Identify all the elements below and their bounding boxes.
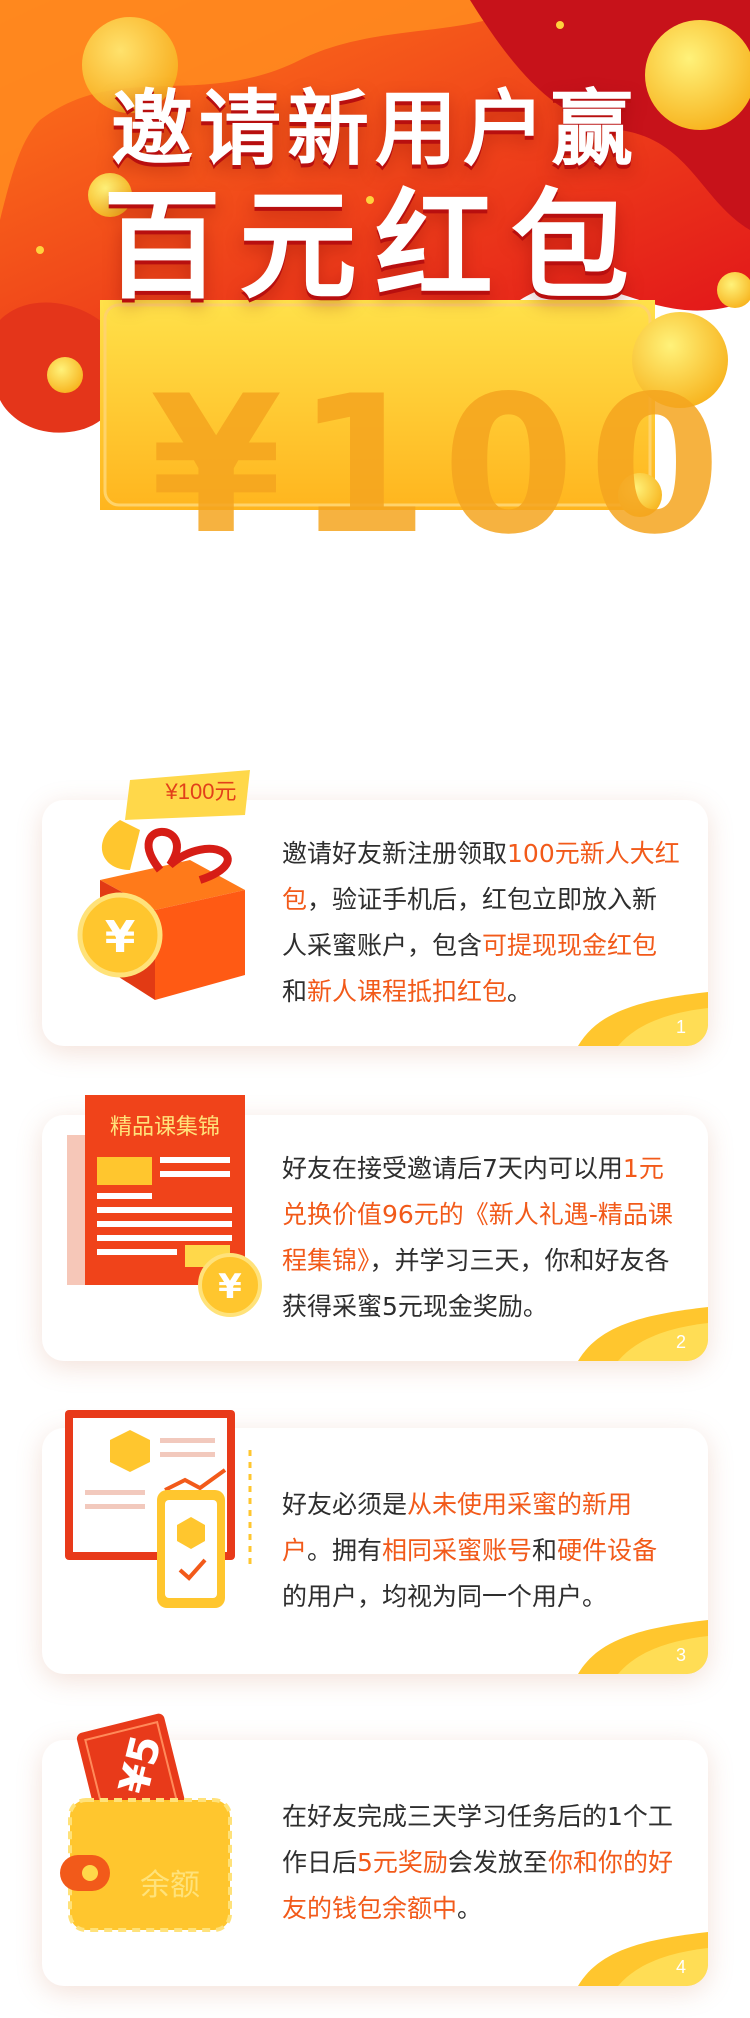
step-1-highlight: 可提现现金红包: [482, 931, 658, 960]
ticket-amount: ¥100: [150, 355, 735, 560]
step-number-corner: [578, 1307, 708, 1361]
step-number-corner: [578, 1620, 708, 1674]
step-3-segment: 和: [532, 1536, 558, 1565]
step-3-segment: 的用户，均视为同一个用户。: [282, 1582, 608, 1611]
devices-illustration: [65, 1410, 265, 1620]
wallet-illustration: ¥5 余额: [60, 1695, 260, 1945]
step-1-highlight: 新人课程抵扣红包: [307, 977, 508, 1006]
step-3-segment: 。拥有: [307, 1536, 383, 1565]
step-3-highlight: 相同采蜜账号: [382, 1536, 533, 1565]
step-2-segment: 好友在接受邀请后7天内可以用: [282, 1154, 623, 1183]
gift-box-illustration: ¥ ¥100元: [60, 760, 270, 1010]
step-4-highlight: 5元奖励: [357, 1848, 448, 1877]
hero-banner: 邀请新用户赢 百元红包 ¥100: [0, 0, 750, 560]
step-number-corner: [578, 992, 708, 1046]
step-4-segment: 会发放至: [447, 1848, 548, 1877]
step-3-highlight: 硬件设备: [557, 1536, 658, 1565]
receipt-title: 精品课集锦: [109, 1115, 220, 1140]
step-4-segment: 。: [457, 1894, 483, 1923]
step-1-segment: 邀请好友新注册领取: [282, 839, 508, 868]
step-1-segment: 。: [507, 977, 533, 1006]
hero-title-line2: 百元红包: [102, 177, 647, 315]
step-number-corner: [578, 1932, 708, 1986]
wallet-balance-label: 余额: [140, 1868, 200, 1903]
monitor-phone-icon: [65, 1410, 252, 1608]
gift-tag-label: ¥100元: [165, 779, 237, 804]
svg-text:¥: ¥: [218, 1267, 242, 1307]
svg-text:¥: ¥: [105, 912, 136, 963]
step-1-segment: 和: [282, 977, 308, 1006]
course-receipt-illustration: ¥ 精品课集锦: [65, 1095, 265, 1325]
step-3-segment: 好友必须是: [282, 1490, 408, 1519]
